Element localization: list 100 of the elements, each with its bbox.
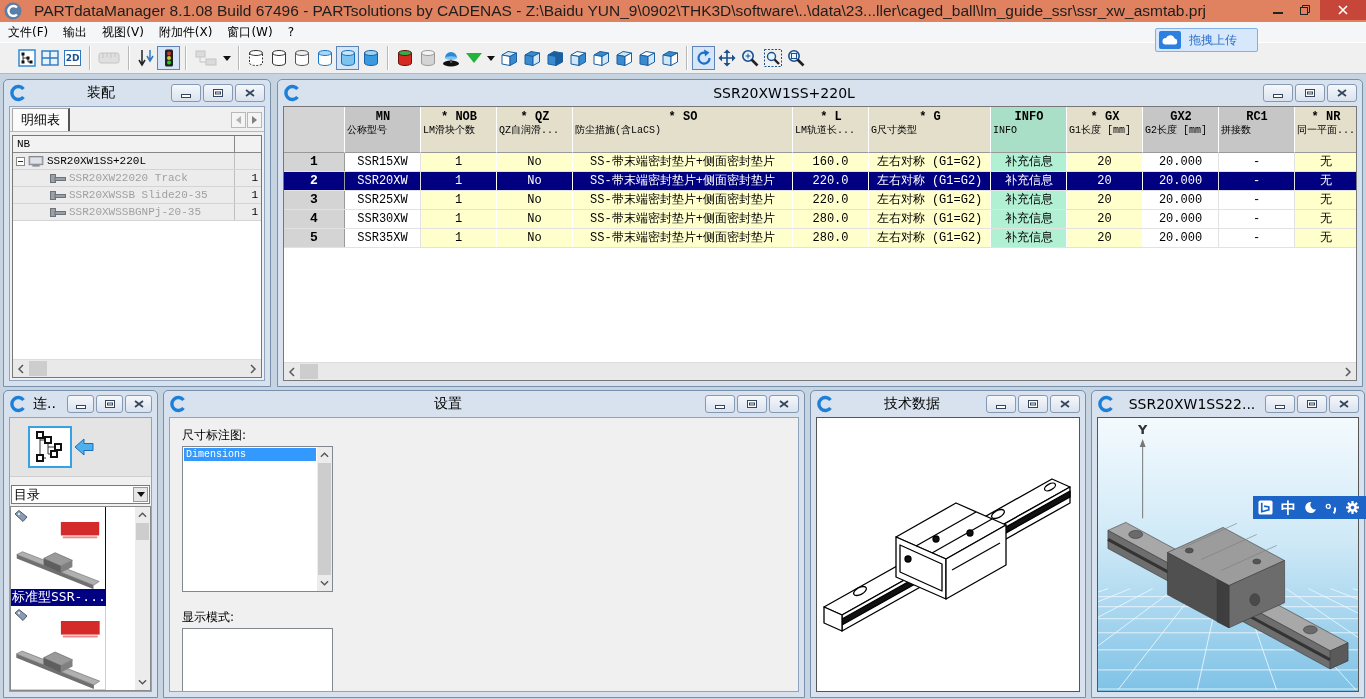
restore-button[interactable]: [1297, 395, 1327, 413]
close-button[interactable]: [769, 395, 799, 413]
table-cell: 160.0: [793, 153, 869, 171]
table-row[interactable]: 5 SSR35XW 1 No SS-带末端密封垫片+侧面密封垫片 280.0 左右对称 (G1=G2) 补充信息 20 20.000 - 无: [284, 229, 1356, 248]
menu-item[interactable]: 窗口(W): [221, 23, 279, 41]
row-header[interactable]: 4: [284, 210, 345, 228]
table-cell: 补充信息: [991, 153, 1067, 171]
table-cell: SSR35XW: [345, 229, 421, 247]
table-row[interactable]: 3 SSR25XW 1 No SS-带末端密封垫片+侧面密封垫片 220.0 左右对称 (G1=G2) 补充信息 20 20.000 - 无: [284, 191, 1356, 210]
row-header[interactable]: 3: [284, 191, 345, 209]
table-cell: -: [1219, 191, 1295, 209]
restore-button[interactable]: [1018, 395, 1048, 413]
column-header[interactable]: GX2 G2长度 [mm]: [1143, 107, 1219, 153]
close-button[interactable]: [1329, 395, 1359, 413]
table-cell: 1: [421, 229, 497, 247]
column-header[interactable]: NB: [13, 136, 235, 153]
horizontal-scrollbar[interactable]: [13, 359, 261, 377]
table-row[interactable]: 2 SSR20XW 1 No SS-带末端密封垫片+侧面密封垫片 220.0 左右对称 (G1=G2) 补充信息 20 20.000 - 无: [284, 172, 1356, 191]
column-code: INFO: [1013, 110, 1045, 124]
part-icon: [50, 172, 66, 184]
vertical-scrollbar[interactable]: [317, 447, 332, 591]
scrollbar-thumb[interactable]: [300, 364, 318, 379]
minimize-button[interactable]: [986, 395, 1016, 413]
tree-view-button[interactable]: [15, 46, 38, 70]
table-cell: 补充信息: [991, 229, 1067, 247]
close-button[interactable]: [235, 84, 265, 102]
scrollbar-thumb[interactable]: [318, 463, 331, 575]
column-header[interactable]: * NR 同一平面...: [1295, 107, 1356, 153]
column-header[interactable]: MN 公称型号: [345, 107, 421, 153]
column-code: MN: [374, 110, 392, 124]
table-cell: 20.000: [1143, 172, 1219, 190]
close-button[interactable]: [1327, 84, 1357, 102]
app-logo-icon: [9, 395, 27, 413]
restore-button[interactable]: [737, 395, 767, 413]
app-logo-icon: [1097, 395, 1115, 413]
column-code: * GX: [1089, 110, 1121, 124]
thumbnail-item[interactable]: [11, 606, 106, 690]
menu-item[interactable]: 视图(V): [96, 23, 150, 41]
moon-icon[interactable]: [1304, 501, 1317, 514]
column-header[interactable]: * SO 防尘措施(含LaCS): [573, 107, 793, 153]
minimize-button[interactable]: [1265, 395, 1295, 413]
catalog-dropdown[interactable]: 目录: [11, 485, 150, 504]
column-header[interactable]: * QZ QZ自润滑...: [497, 107, 573, 153]
column-header[interactable]: RC1 拼接数: [1219, 107, 1295, 153]
minimize-button[interactable]: [171, 84, 201, 102]
tree-row[interactable]: SSR20XW1SS+220L: [13, 153, 261, 170]
vertical-scrollbar[interactable]: [135, 507, 150, 690]
close-button[interactable]: [125, 395, 152, 413]
restore-button[interactable]: [96, 395, 123, 413]
minimize-button[interactable]: [67, 395, 94, 413]
scrollbar-thumb[interactable]: [29, 361, 47, 376]
row-header[interactable]: 5: [284, 229, 345, 247]
table-row[interactable]: 1 SSR15XW 1 No SS-带末端密封垫片+侧面密封垫片 160.0 左右对称 (G1=G2) 补充信息 20 20.000 - 无: [284, 153, 1356, 172]
minimize-button[interactable]: [1263, 84, 1293, 102]
tab[interactable]: 明细表: [12, 108, 70, 131]
column-header[interactable]: * GX G1长度 [mm]: [1067, 107, 1143, 153]
upload-button[interactable]: 拖拽上传: [1155, 28, 1258, 52]
column-code: * G: [918, 110, 942, 124]
row-header[interactable]: 1: [284, 153, 345, 171]
settings-icon[interactable]: [1346, 501, 1359, 514]
column-header[interactable]: * G G尺寸类型: [869, 107, 991, 153]
cylinder-icon: [315, 49, 334, 67]
row-header[interactable]: 2: [284, 172, 345, 190]
cylinder-icon: [269, 49, 288, 67]
table-cell: 左右对称 (G1=G2): [869, 153, 991, 171]
scrollbar-thumb[interactable]: [136, 523, 149, 540]
restore-button[interactable]: [1295, 84, 1325, 102]
table-cell: -: [1219, 172, 1295, 190]
punctuation-icon[interactable]: [1325, 501, 1338, 514]
close-button[interactable]: [1050, 395, 1080, 413]
column-header[interactable]: * NOB LM滑块个数: [421, 107, 497, 153]
table-cell: SS-带末端密封垫片+侧面密封垫片: [573, 191, 793, 209]
column-header[interactable]: * L LM轨道长...: [793, 107, 869, 153]
list-box[interactable]: [182, 628, 333, 691]
minimize-button[interactable]: [705, 395, 735, 413]
table-cell: 220.0: [793, 172, 869, 190]
close-icon: [1060, 400, 1070, 408]
table-cell: -: [1219, 229, 1295, 247]
thumbnail-item[interactable]: 标准型SSR-...: [11, 507, 106, 607]
status-light-button[interactable]: [157, 46, 180, 70]
structure-view-button[interactable]: [28, 426, 72, 468]
zoom-icon: [740, 49, 759, 67]
zoom-window-button[interactable]: [761, 46, 784, 70]
menu-item[interactable]: 文件(F): [2, 23, 55, 41]
menu-item[interactable]: 输出: [57, 23, 94, 41]
tab-scroll-right-button[interactable]: [247, 112, 262, 128]
ime-logo-icon[interactable]: [1258, 500, 1273, 515]
horizontal-scrollbar[interactable]: [284, 362, 1356, 380]
column-header[interactable]: INFO INFO: [991, 107, 1067, 153]
chevron-left-icon: [289, 366, 295, 377]
input-mode-toggle[interactable]: 中: [1281, 498, 1296, 517]
corner-cell[interactable]: [284, 107, 345, 153]
restore-button[interactable]: [203, 84, 233, 102]
minus-box-icon[interactable]: [16, 156, 25, 166]
table-cell: 无: [1295, 191, 1356, 209]
menu-item[interactable]: 附加件(X): [152, 23, 219, 41]
menu-item[interactable]: ?: [281, 23, 301, 41]
table-row[interactable]: 4 SSR30XW 1 No SS-带末端密封垫片+侧面密封垫片 280.0 左右对称 (G1=G2) 补充信息 20 20.000 - 无: [284, 210, 1356, 229]
rotate-button[interactable]: [692, 46, 715, 70]
tag-icon: [14, 510, 28, 522]
